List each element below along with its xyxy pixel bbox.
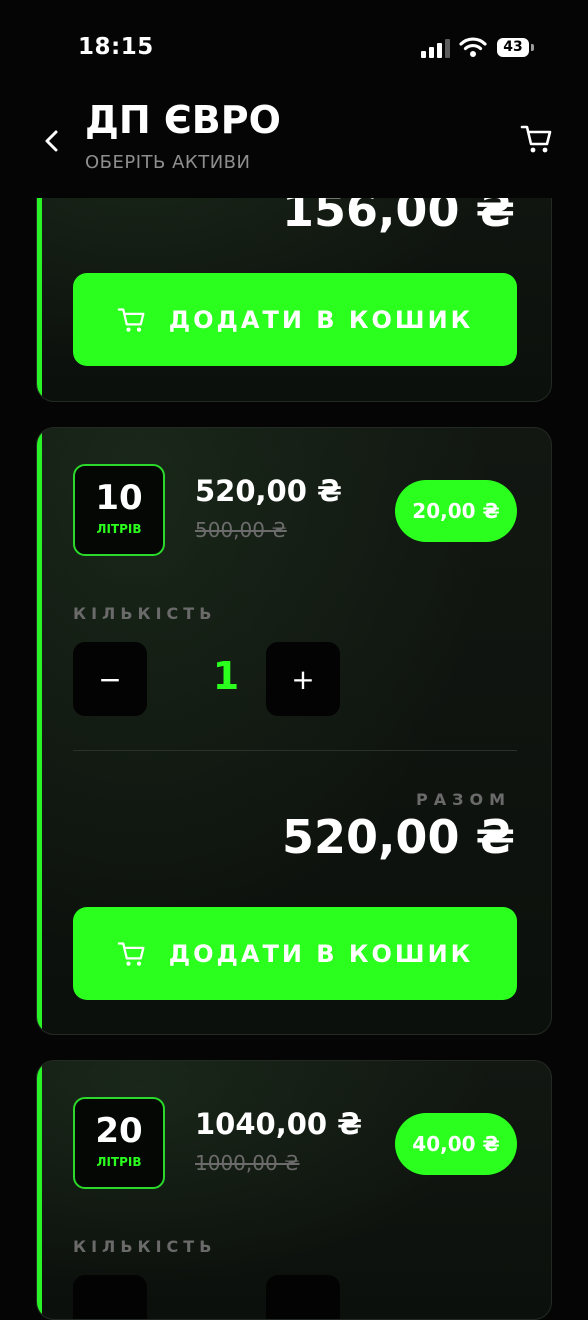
add-to-cart-label: ДОДАТИ В КОШИК (168, 939, 474, 968)
old-price: 1000,00 ₴ (195, 1151, 300, 1175)
price: 1040,00 ₴ (195, 1107, 363, 1141)
quantity-value: 1 (212, 654, 240, 698)
app-header: ДП ЄВРО ОБЕРІТЬ АКТИВИ (0, 90, 588, 198)
cart-icon (117, 307, 145, 332)
status-time: 18:15 (78, 34, 154, 60)
status-bar: 18:15 43 (0, 0, 588, 90)
battery-cap (531, 44, 534, 51)
page-title: ДП ЄВРО (85, 98, 281, 142)
quantity-label: КІЛЬКІСТЬ (73, 1237, 217, 1256)
cart-icon (117, 941, 145, 966)
volume-badge: 20 ЛІТРІВ (73, 1097, 165, 1189)
quantity-label: КІЛЬКІСТЬ (73, 604, 217, 623)
add-to-cart-button[interactable]: ДОДАТИ В КОШИК (73, 907, 517, 1000)
quantity-plus-button[interactable] (266, 1275, 340, 1319)
add-to-cart-label: ДОДАТИ В КОШИК (168, 305, 474, 334)
product-card-10l: 10 ЛІТРІВ 520,00 ₴ 500,00 ₴ 20,00 ₴ КІЛЬ… (36, 427, 552, 1035)
discount-badge: 20,00 ₴ (395, 480, 517, 542)
total-value: 520,00 ₴ (281, 810, 515, 864)
total-label: РАЗОМ (416, 790, 511, 809)
quantity-minus-button[interactable]: − (73, 642, 147, 716)
quantity-plus-button[interactable]: + (266, 642, 340, 716)
add-to-cart-button[interactable]: ДОДАТИ В КОШИК (73, 273, 517, 366)
wifi-icon (459, 37, 487, 57)
product-card-20l: 20 ЛІТРІВ 1040,00 ₴ 1000,00 ₴ 40,00 ₴ КІ… (36, 1060, 552, 1320)
page-subtitle: ОБЕРІТЬ АКТИВИ (85, 152, 251, 173)
battery-icon: 43 (497, 38, 529, 57)
volume-unit: ЛІТРІВ (96, 1155, 142, 1169)
volume-unit: ЛІТРІВ (96, 522, 142, 536)
cart-icon[interactable] (520, 123, 554, 155)
signal-icon (421, 38, 451, 58)
discount-badge: 40,00 ₴ (395, 1113, 517, 1175)
quantity-minus-button[interactable] (73, 1275, 147, 1319)
volume-number: 20 (95, 1111, 143, 1151)
old-price: 500,00 ₴ (195, 518, 287, 542)
volume-number: 10 (95, 478, 143, 518)
back-chevron-icon[interactable] (40, 128, 64, 154)
volume-badge: 10 ЛІТРІВ (73, 464, 165, 556)
price: 520,00 ₴ (195, 474, 342, 508)
divider (73, 750, 517, 751)
